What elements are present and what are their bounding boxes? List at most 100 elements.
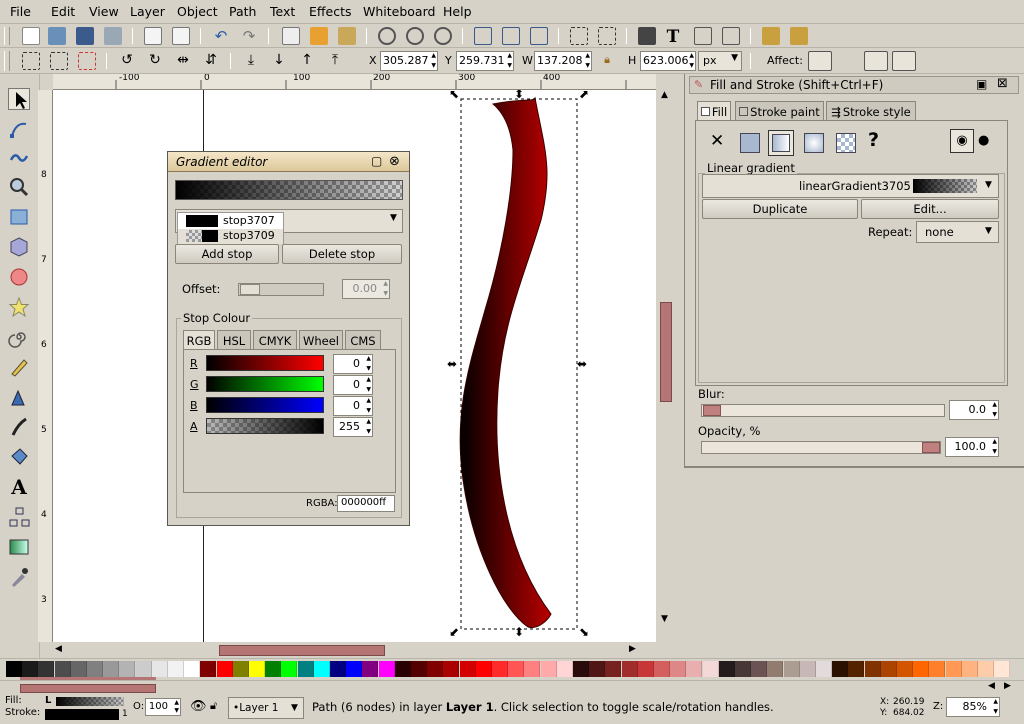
- toolbar-grip[interactable]: [4, 27, 10, 45]
- layer-select[interactable]: •Layer 1 ▼: [228, 697, 304, 719]
- palette-swatch[interactable]: [897, 661, 913, 677]
- raise-to-top-icon[interactable]: ⤒: [326, 52, 344, 70]
- palette-swatch[interactable]: [313, 661, 330, 677]
- scale-stroke-icon[interactable]: [808, 51, 832, 71]
- menu-object[interactable]: Object: [177, 4, 218, 19]
- scroll-right-icon[interactable]: ▶: [629, 644, 636, 654]
- palette-swatch[interactable]: [961, 661, 978, 677]
- menu-text[interactable]: Text: [270, 4, 295, 19]
- offset-slider-thumb[interactable]: [240, 284, 260, 295]
- copy-icon[interactable]: [282, 27, 300, 45]
- palette-swatch[interactable]: [686, 661, 703, 677]
- tab-stroke-paint[interactable]: Stroke paint: [735, 101, 824, 121]
- palette-swatch[interactable]: [70, 661, 87, 677]
- menu-path[interactable]: Path: [229, 4, 256, 19]
- palette-swatch[interactable]: [378, 661, 395, 677]
- pattern-button[interactable]: [836, 133, 856, 153]
- palette-swatch[interactable]: [135, 661, 152, 677]
- scale-handle-se[interactable]: ⬊: [579, 625, 589, 639]
- edit-gradient-button[interactable]: Edit...: [861, 199, 999, 219]
- palette-swatch[interactable]: [751, 661, 768, 677]
- palette-swatch[interactable]: [848, 661, 865, 677]
- palette-swatch[interactable]: [767, 661, 784, 677]
- offset-slider[interactable]: [238, 283, 324, 296]
- palette-swatch[interactable]: [475, 661, 492, 677]
- vertical-scroll-thumb[interactable]: [660, 302, 672, 402]
- rgba-input[interactable]: 000000ff: [337, 495, 395, 512]
- tab-stroke-style[interactable]: ⇶ Stroke style: [826, 101, 916, 121]
- palette-swatch[interactable]: [297, 661, 314, 677]
- palette-swatch[interactable]: [508, 661, 525, 677]
- star-tool-icon[interactable]: [8, 296, 30, 318]
- xml-editor-icon[interactable]: [694, 27, 712, 45]
- zoom-page-icon[interactable]: [434, 27, 452, 45]
- scale-handle-e[interactable]: ⬌: [577, 357, 587, 371]
- pencil-tool-icon[interactable]: [8, 356, 30, 378]
- palette-swatch[interactable]: [783, 661, 800, 677]
- scroll-left-icon[interactable]: ◀: [55, 644, 62, 654]
- palette-swatch[interactable]: [864, 661, 881, 677]
- scroll-left-icon[interactable]: ◀: [988, 681, 995, 691]
- scroll-down-icon[interactable]: ▼: [661, 614, 668, 624]
- calligraphy-tool-icon[interactable]: [8, 416, 30, 438]
- close-icon[interactable]: ⊠: [997, 76, 1008, 91]
- zoom-selection-icon[interactable]: [378, 27, 396, 45]
- zoom-drawing-icon[interactable]: [406, 27, 424, 45]
- tab-fill[interactable]: Fill: [697, 101, 731, 121]
- lower-icon[interactable]: ↓: [270, 52, 288, 70]
- palette-swatch[interactable]: [978, 661, 994, 677]
- undo-icon[interactable]: ↶: [212, 27, 230, 45]
- palette-swatch[interactable]: [346, 661, 363, 677]
- scroll-up-icon[interactable]: ▲: [661, 90, 668, 100]
- palette-swatch[interactable]: [411, 661, 427, 677]
- palette-swatch[interactable]: [6, 661, 22, 677]
- tweak-tool-icon[interactable]: [8, 146, 30, 168]
- move-gradients-icon[interactable]: [864, 51, 888, 71]
- iconify-icon[interactable]: ▣: [976, 77, 987, 91]
- delete-stop-button[interactable]: Delete stop: [282, 244, 402, 264]
- tab-rgb[interactable]: RGB: [183, 330, 215, 350]
- palette-swatch[interactable]: [702, 661, 719, 677]
- palette-swatch[interactable]: [945, 661, 962, 677]
- b-input[interactable]: 0: [333, 396, 373, 416]
- selector-tool-icon[interactable]: [8, 88, 30, 110]
- palette-swatch[interactable]: [103, 661, 120, 677]
- menu-layer[interactable]: Layer: [130, 4, 165, 19]
- fill-stroke-icon[interactable]: [638, 27, 656, 45]
- horizontal-scroll-thumb[interactable]: [219, 645, 385, 656]
- no-paint-button[interactable]: ✕: [710, 131, 724, 151]
- paste-icon[interactable]: [338, 27, 356, 45]
- vertical-scrollbar[interactable]: ▲ ▼: [657, 90, 675, 642]
- palette-swatch[interactable]: [151, 661, 168, 677]
- palette-scroll-thumb[interactable]: [20, 684, 156, 693]
- cut-icon[interactable]: [310, 27, 328, 45]
- menu-help[interactable]: Help: [443, 4, 472, 19]
- rotate-cw-icon[interactable]: ↻: [146, 52, 164, 70]
- r-input[interactable]: 0: [333, 354, 373, 374]
- palette-swatch[interactable]: [119, 661, 136, 677]
- connector-tool-icon[interactable]: [8, 506, 30, 528]
- duplicate-button[interactable]: Duplicate: [702, 199, 858, 219]
- palette-swatch[interactable]: [929, 661, 946, 677]
- palette-swatch[interactable]: [22, 661, 39, 677]
- preferences-icon[interactable]: [762, 27, 780, 45]
- blur-slider-thumb[interactable]: [703, 405, 721, 416]
- zoom-tool-icon[interactable]: [8, 176, 30, 198]
- palette-swatch[interactable]: [654, 661, 670, 677]
- menu-edit[interactable]: Edit: [51, 4, 75, 19]
- lock-icon[interactable]: 🔓︎: [210, 699, 217, 713]
- repeat-select[interactable]: none ▼: [916, 221, 999, 243]
- tab-cms[interactable]: CMS: [345, 330, 381, 350]
- horizontal-scrollbar[interactable]: ◀ ▶: [53, 642, 656, 658]
- raise-icon[interactable]: ↑: [298, 52, 316, 70]
- maximize-icon[interactable]: ▢: [371, 154, 382, 168]
- a-input[interactable]: 255: [333, 417, 373, 437]
- palette-swatch[interactable]: [735, 661, 751, 677]
- open-icon[interactable]: [48, 27, 66, 45]
- palette-swatch[interactable]: [38, 661, 55, 677]
- palette-swatch[interactable]: [670, 661, 687, 677]
- dropper-tool-icon[interactable]: [8, 566, 30, 588]
- palette-swatch[interactable]: [265, 661, 282, 677]
- stroke-indicator[interactable]: [45, 709, 119, 720]
- g-input[interactable]: 0: [333, 375, 373, 395]
